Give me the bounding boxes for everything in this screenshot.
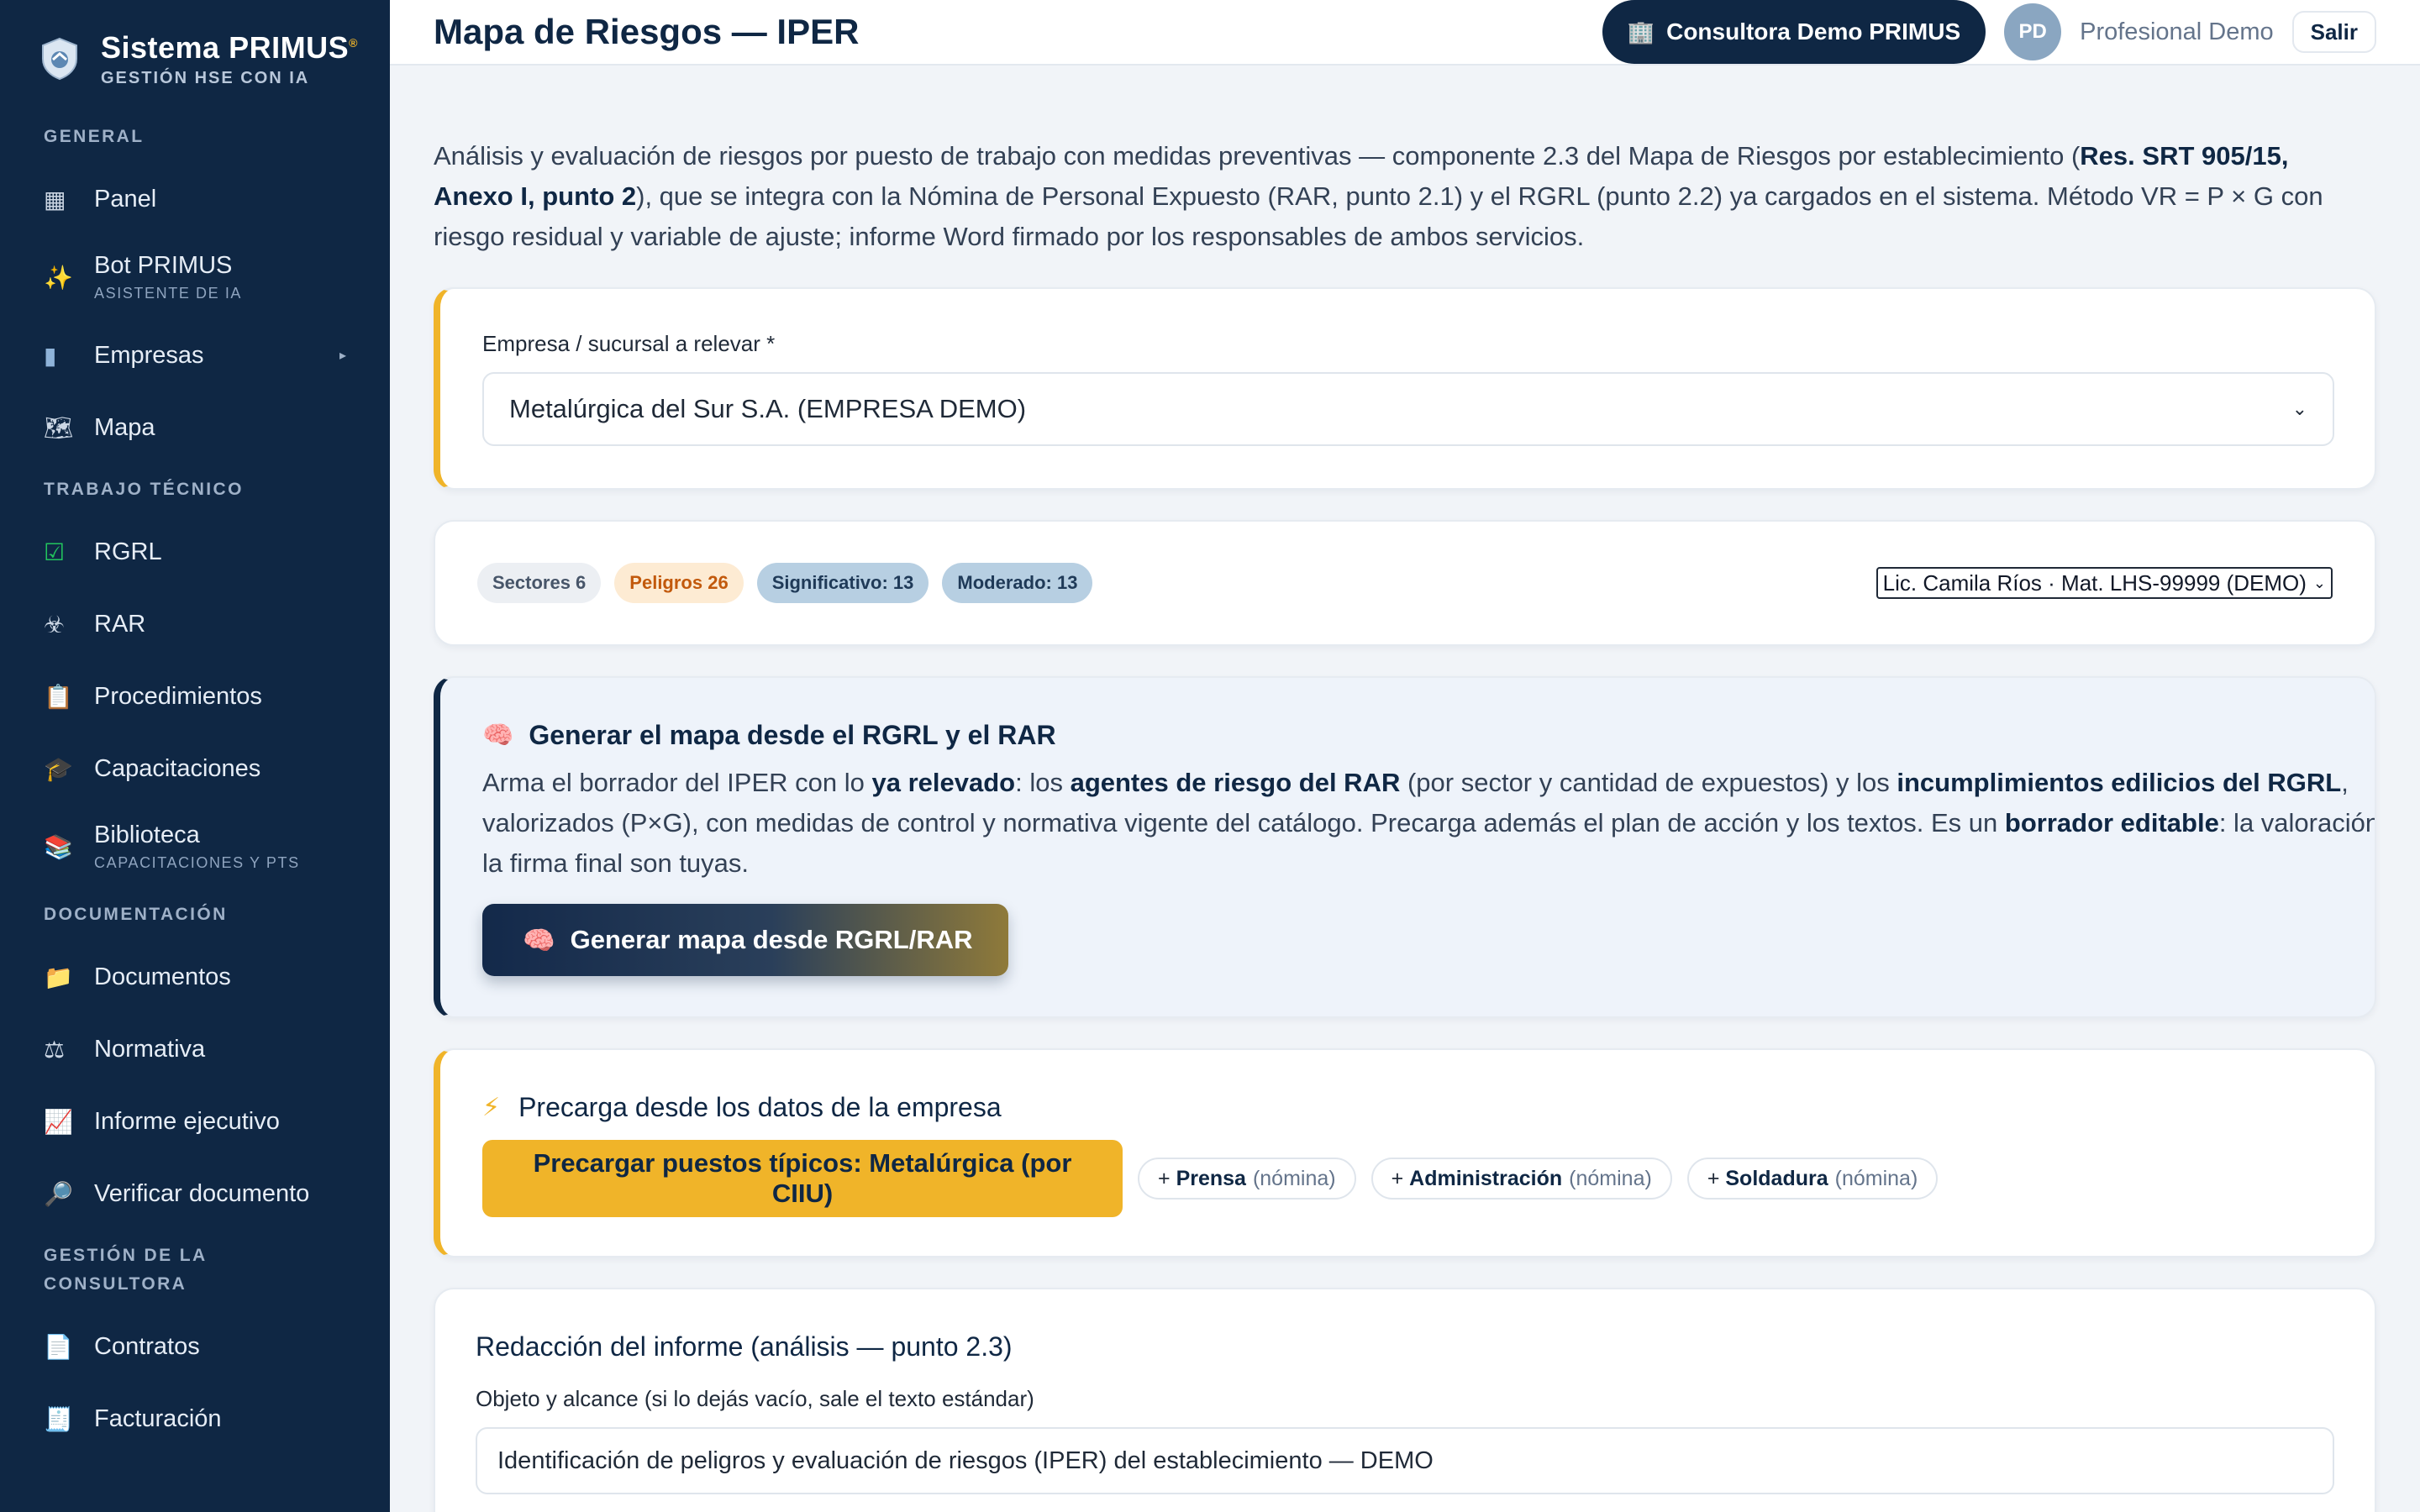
clipboard-icon: 📋: [44, 683, 73, 710]
content: Análisis y evaluación de riesgos por pue…: [390, 66, 2420, 1512]
section-documentacion: DOCUMENTACIÓN: [44, 905, 228, 924]
preload-typical-positions-button[interactable]: Precargar puestos típicos: Metalúrgica (…: [482, 1140, 1123, 1217]
user-name: Profesional Demo: [2080, 18, 2274, 45]
sidebar-item-contratos[interactable]: 📄 Contratos: [0, 1310, 390, 1383]
world-map-icon: 🗺: [44, 414, 74, 441]
biohazard-icon: ☣: [44, 611, 66, 638]
sparkles-icon: ✨: [44, 264, 73, 291]
sidebar-item-bot-primus[interactable]: ✨ Bot PRIMUS ASISTENTE DE IA: [0, 235, 390, 319]
preload-card: ⚡ Precarga desde los datos de la empresa…: [434, 1048, 2376, 1257]
avatar[interactable]: PD: [2004, 3, 2062, 60]
report-scope-input[interactable]: Identificación de peligros y evaluación …: [476, 1427, 2334, 1494]
chip-peligros: Peligros 26: [614, 563, 744, 603]
brain-icon: 🧠: [482, 722, 514, 749]
scales-icon: ⚖: [44, 1036, 66, 1063]
sidebar-item-verificar-documento[interactable]: 🔎 Verificar documento: [0, 1158, 390, 1230]
sidebar: Sistema PRIMUS® GESTIÓN HSE CON IA GENER…: [0, 0, 390, 1512]
add-prensa-chip[interactable]: + Prensa (nómina): [1138, 1158, 1356, 1200]
generate-title: 🧠 Generar el mapa desde el RGRL y el RAR: [482, 720, 1056, 750]
sidebar-item-normativa[interactable]: ⚖ Normativa: [0, 1013, 390, 1085]
books-icon: 📚: [44, 833, 73, 860]
brand[interactable]: Sistema PRIMUS® GESTIÓN HSE CON IA: [0, 0, 390, 118]
topbar-right: 🏢 Consultora Demo PRIMUS PD Profesional …: [1602, 0, 2376, 64]
lightning-icon: ⚡: [482, 1094, 501, 1121]
section-gestion-consultora: GESTIÓN DE LA CONSULTORA: [44, 1246, 207, 1294]
brain-icon: 🧠: [523, 925, 555, 955]
grid-icon: ▦: [44, 186, 66, 213]
magnifier-icon: 🔎: [44, 1180, 73, 1207]
section-trabajo-tecnico: TRABAJO TÉCNICO: [44, 480, 244, 499]
add-administracion-chip[interactable]: + Administración (nómina): [1370, 1158, 1672, 1200]
chart-up-icon: 📈: [44, 1108, 73, 1135]
company-select[interactable]: Metalúrgica del Sur S.A. (EMPRESA DEMO) …: [482, 372, 2334, 446]
intro-text: Análisis y evaluación de riesgos por pue…: [434, 141, 2323, 251]
tenant-button[interactable]: 🏢 Consultora Demo PRIMUS: [1602, 0, 1986, 64]
sidebar-item-empresas[interactable]: ▮ Empresas ▸: [0, 319, 390, 391]
sidebar-item-panel[interactable]: ▦ Panel: [0, 163, 390, 235]
chevron-down-icon: ⌄: [2291, 398, 2307, 419]
document-icon: 📄: [44, 1333, 73, 1360]
sidebar-item-biblioteca[interactable]: 📚 Biblioteca CAPACITACIONES Y PTS: [0, 805, 390, 889]
logout-button[interactable]: Salir: [2291, 11, 2376, 53]
chevron-down-icon: ⌄: [2312, 574, 2326, 591]
folder-icon: 📁: [44, 963, 73, 990]
main-area: Mapa de Riesgos — IPER 🏢 Consultora Demo…: [390, 0, 2420, 1512]
generate-card: 🧠 Generar el mapa desde el RGRL y el RAR…: [434, 676, 2376, 1018]
sidebar-item-mapa[interactable]: 🗺 Mapa: [0, 391, 390, 464]
section-general: GENERAL: [44, 127, 145, 146]
app-root: Sistema PRIMUS® GESTIÓN HSE CON IA GENER…: [0, 0, 2420, 1512]
report-card: Redacción del informe (análisis — punto …: [434, 1288, 2376, 1512]
sidebar-item-facturacion[interactable]: 🧾 Facturación: [0, 1383, 390, 1455]
office-icon: 🏢: [1627, 18, 1655, 45]
building-icon: ▮: [44, 342, 57, 369]
shield-logo-icon: [42, 37, 77, 81]
topbar: Mapa de Riesgos — IPER 🏢 Consultora Demo…: [390, 0, 2420, 66]
sidebar-item-rgrl[interactable]: ☑ RGRL: [0, 516, 390, 588]
graduation-cap-icon: 🎓: [44, 755, 73, 782]
brand-subtitle: GESTIÓN HSE CON IA: [101, 68, 310, 87]
sidebar-item-capacitaciones[interactable]: 🎓 Capacitaciones: [0, 732, 390, 805]
report-scope-label: Objeto y alcance (si lo dejás vacío, sal…: [476, 1386, 1034, 1411]
generate-description: Arma el borrador del IPER con lo ya rele…: [482, 768, 2376, 878]
company-label: Empresa / sucursal a relevar *: [482, 331, 776, 356]
signer-select[interactable]: Lic. Camila Ríos · Mat. LHS-99999 (DEMO)…: [1876, 567, 2333, 599]
brand-title: Sistema PRIMUS®: [101, 29, 358, 65]
sidebar-item-rar[interactable]: ☣ RAR: [0, 588, 390, 660]
check-box-icon: ☑: [44, 538, 66, 565]
sidebar-item-procedimientos[interactable]: 📋 Procedimientos: [0, 660, 390, 732]
stats-card: Sectores 6 Peligros 26 Significativo: 13…: [434, 520, 2376, 646]
preload-title: ⚡ Precarga desde los datos de la empresa: [482, 1092, 1002, 1122]
company-card: Empresa / sucursal a relevar * Metalúrgi…: [434, 287, 2376, 490]
sidebar-item-informe-ejecutivo[interactable]: 📈 Informe ejecutivo: [0, 1085, 390, 1158]
page-title: Mapa de Riesgos — IPER: [434, 12, 860, 51]
chip-moderado: Moderado: 13: [942, 563, 1093, 603]
receipt-icon: 🧾: [44, 1405, 73, 1432]
report-title: Redacción del informe (análisis — punto …: [476, 1331, 1013, 1362]
chevron-right-icon: ▸: [339, 349, 346, 363]
chip-sectores: Sectores 6: [477, 563, 602, 603]
sidebar-item-documentos[interactable]: 📁 Documentos: [0, 941, 390, 1013]
generate-map-button[interactable]: 🧠 Generar mapa desde RGRL/RAR: [482, 904, 1008, 976]
chip-significativo: Significativo: 13: [756, 563, 929, 603]
preload-actions: Precargar puestos típicos: Metalúrgica (…: [482, 1140, 2333, 1217]
add-soldadura-chip[interactable]: + Soldadura (nómina): [1686, 1158, 1939, 1200]
